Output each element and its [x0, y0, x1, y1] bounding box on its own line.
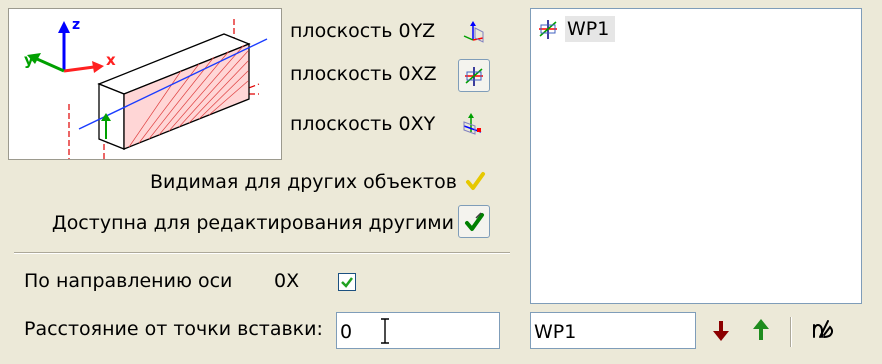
plane-oyz-button[interactable]	[458, 17, 488, 47]
distance-input[interactable]	[336, 312, 500, 349]
editable-by-others-label: Доступна для редактирования другими	[51, 212, 454, 234]
axis-z-label: z	[72, 17, 80, 33]
plane-oxz-icon	[465, 66, 483, 86]
visible-for-others-toggle[interactable]	[460, 166, 490, 196]
editable-by-others-toggle[interactable]	[458, 205, 490, 238]
options-divider	[14, 252, 510, 254]
move-up-button[interactable]	[746, 315, 776, 345]
axis-x-label: x	[106, 51, 116, 69]
direction-label: По направлению оси	[24, 270, 233, 292]
plane-oyz-label: плоскость 0YZ	[290, 20, 436, 42]
direction-checkbox[interactable]	[338, 273, 356, 291]
eraser-icon	[813, 320, 833, 338]
plane-oxz-label: плоскость 0XZ	[290, 63, 437, 85]
workplane-3d-preview-icon: z x y	[24, 17, 268, 159]
plane-oyz-icon	[463, 21, 484, 43]
toolbar-separator	[790, 317, 792, 347]
move-down-button[interactable]	[706, 315, 736, 345]
direction-axis-value: 0X	[274, 270, 300, 292]
edit-checkmark-icon	[465, 211, 484, 231]
plane-oxz-button[interactable]	[458, 59, 490, 92]
visible-for-others-label: Видимая для других объектов	[150, 171, 457, 193]
arrow-up-icon	[753, 319, 769, 340]
distance-label: Расстояние от точки вставки:	[24, 318, 323, 340]
list-item[interactable]: WP1	[537, 15, 616, 43]
arrow-down-icon	[713, 321, 729, 341]
plane-oxy-button[interactable]	[458, 109, 488, 139]
text-cursor-icon	[378, 318, 392, 344]
delete-button[interactable]	[808, 315, 838, 345]
yellow-checkmark-icon	[466, 172, 485, 190]
workplane-name-input[interactable]	[530, 312, 696, 349]
plane-preview: z x y	[8, 8, 282, 160]
workplane-list[interactable]: WP1	[530, 8, 862, 304]
workplane-icon	[539, 20, 557, 39]
axis-y-label: y	[24, 51, 34, 69]
list-item-label: WP1	[565, 16, 616, 42]
plane-oxy-icon	[463, 113, 482, 135]
checkmark-icon	[341, 277, 353, 288]
plane-oxy-label: плоскость 0XY	[290, 113, 436, 135]
